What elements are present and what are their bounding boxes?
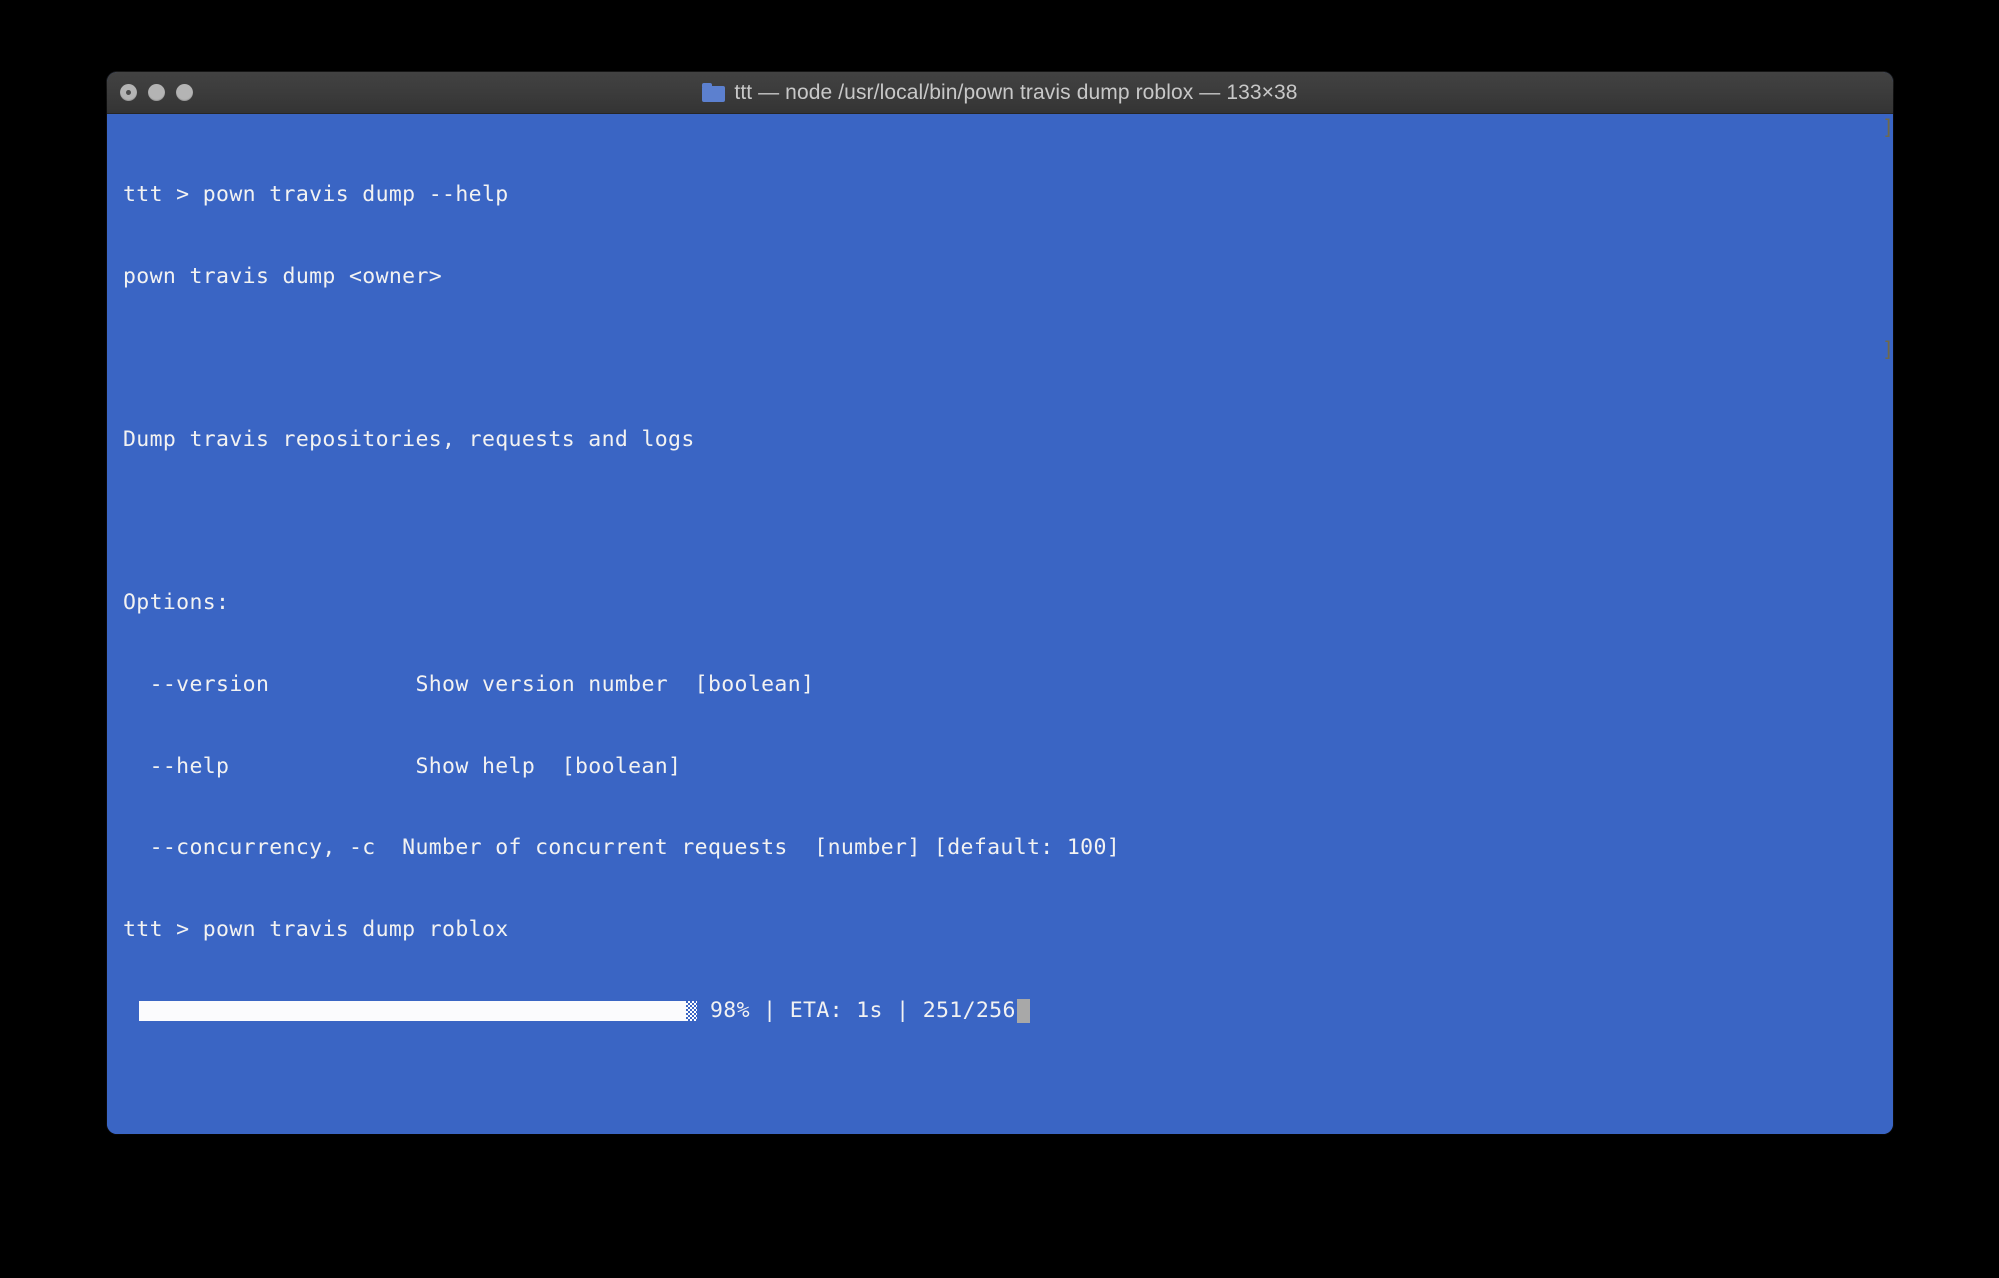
progress-bar-fill: [139, 1000, 686, 1021]
terminal-output: ttt > pown travis dump --help pown travi…: [107, 127, 1893, 997]
window-titlebar[interactable]: ttt — node /usr/local/bin/pown travis du…: [107, 72, 1893, 114]
progress-status-text: 98% | ETA: 1s | 251/256: [710, 998, 1016, 1024]
terminal-line: Dump travis repositories, requests and l…: [123, 427, 695, 453]
terminal-line: --version Show version number [boolean]: [123, 671, 815, 697]
terminal-line: --concurrency, -c Number of concurrent r…: [123, 835, 1121, 861]
desktop-background: ttt — node /usr/local/bin/pown travis du…: [0, 0, 1999, 1278]
terminal-line: --help Show help [boolean]: [123, 753, 682, 779]
terminal-line: ttt > pown travis dump roblox: [123, 916, 509, 942]
terminal-cursor: [1016, 998, 1030, 1023]
traffic-light-group: [120, 72, 193, 113]
terminal-window: ttt — node /usr/local/bin/pown travis du…: [107, 72, 1893, 1134]
window-title-text: ttt — node /usr/local/bin/pown travis du…: [734, 80, 1298, 104]
zoom-button[interactable]: [176, 84, 193, 101]
progress-bar-remainder: [686, 1000, 697, 1021]
close-button[interactable]: [120, 84, 137, 101]
window-title-group: ttt — node /usr/local/bin/pown travis du…: [702, 81, 1297, 105]
terminal-body[interactable]: ttt > pown travis dump --help pown travi…: [107, 114, 1893, 1134]
terminal-line: ttt > pown travis dump --help: [123, 182, 509, 208]
folder-icon: [702, 83, 726, 102]
terminal-line: Options:: [123, 590, 230, 616]
progress-row: 98% | ETA: 1s | 251/256: [107, 997, 1893, 1024]
minimize-button[interactable]: [148, 84, 165, 101]
terminal-line: pown travis dump <owner>: [123, 264, 443, 289]
progress-bar: [139, 1000, 697, 1021]
